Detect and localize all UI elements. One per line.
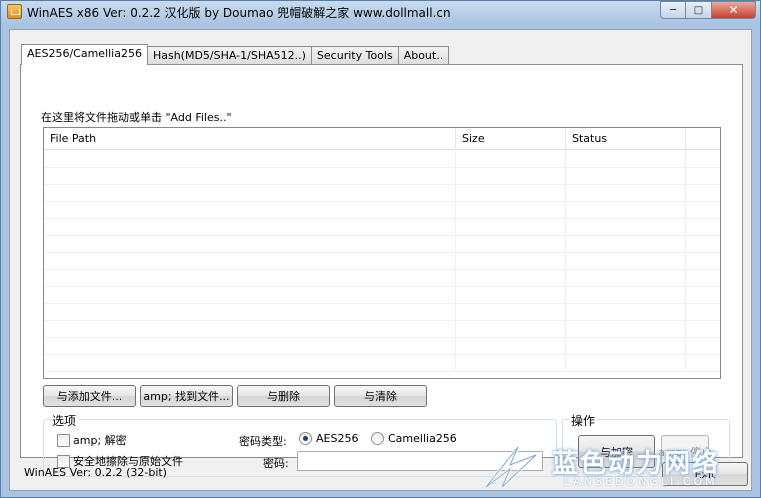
encrypt-button[interactable]: 与加密 xyxy=(578,435,655,468)
window-controls: ─ □ ✕ xyxy=(660,1,756,19)
column-extra[interactable] xyxy=(686,128,720,150)
column-size[interactable]: Size xyxy=(456,128,566,150)
file-list-body xyxy=(44,151,720,378)
column-file-path[interactable]: File Path xyxy=(44,128,456,150)
empty-row xyxy=(44,321,720,338)
tab-panel: 在这里将文件拖动或单击 "Add Files.." File Path Size… xyxy=(20,64,743,477)
empty-row xyxy=(44,355,720,372)
radio-camellia256-dot[interactable] xyxy=(371,432,384,445)
empty-row xyxy=(44,253,720,270)
add-files-button[interactable]: 与添加文件... xyxy=(43,385,136,407)
empty-row xyxy=(44,304,720,321)
options-title: 选项 xyxy=(50,412,79,429)
empty-row xyxy=(44,185,720,202)
empty-row xyxy=(44,338,720,355)
empty-row xyxy=(44,287,720,304)
app-window: WinAES x86 Ver: 0.2.2 汉化版 by Doumao 兜帽破解… xyxy=(0,0,761,498)
close-button[interactable]: ✕ xyxy=(712,1,756,19)
cipher-type-label: 密码类型: xyxy=(239,435,287,448)
maximize-icon: □ xyxy=(693,4,704,16)
radio-aes256[interactable]: AES256 xyxy=(299,432,358,445)
empty-row xyxy=(44,270,720,287)
file-list[interactable]: File Path Size Status xyxy=(43,127,721,379)
minimize-button[interactable]: ─ xyxy=(660,1,686,19)
tab-about[interactable]: About.. xyxy=(397,46,450,65)
tab-security-tools[interactable]: Security Tools xyxy=(310,46,399,65)
find-files-button[interactable]: amp; 找到文件... xyxy=(140,385,233,407)
empty-row xyxy=(44,219,720,236)
empty-row xyxy=(44,202,720,219)
drop-hint: 在这里将文件拖动或单击 "Add Files.." xyxy=(41,111,232,124)
column-status[interactable]: Status xyxy=(566,128,686,150)
radio-camellia256[interactable]: Camellia256 xyxy=(371,432,457,445)
radio-aes256-dot[interactable] xyxy=(299,432,312,445)
decrypt-label: amp; 解密 xyxy=(73,434,127,447)
empty-row xyxy=(44,168,720,185)
decrypt-checkbox-box[interactable] xyxy=(57,433,70,447)
password-label: 密码: xyxy=(263,457,289,470)
maximize-button[interactable]: □ xyxy=(686,1,712,19)
clear-button[interactable]: 与清除 xyxy=(334,385,427,407)
empty-row xyxy=(44,151,720,168)
minimize-icon: ─ xyxy=(669,4,677,16)
tab-hash[interactable]: Hash(MD5/SHA-1/SHA512..) xyxy=(146,46,312,65)
operation-title: 操作 xyxy=(569,412,598,429)
radio-camellia256-label: Camellia256 xyxy=(388,432,457,445)
version-label: WinAES Ver: 0.2.2 (32-bit) xyxy=(24,466,167,479)
empty-row xyxy=(44,236,720,253)
app-icon xyxy=(7,4,22,19)
client-area: AES256/Camellia256 Hash(MD5/SHA-1/SHA512… xyxy=(9,29,752,491)
decrypt-checkbox[interactable]: amp; 解密 xyxy=(57,432,127,448)
radio-aes256-label: AES256 xyxy=(316,432,359,445)
title-bar[interactable]: WinAES x86 Ver: 0.2.2 汉化版 by Doumao 兜帽破解… xyxy=(1,1,760,23)
file-list-header: File Path Size Status xyxy=(44,128,720,150)
close-icon: ✕ xyxy=(728,3,739,17)
window-title: WinAES x86 Ver: 0.2.2 汉化版 by Doumao 兜帽破解… xyxy=(27,6,451,20)
delete-button[interactable]: 与删除 xyxy=(237,385,330,407)
exit-button[interactable]: Exit xyxy=(662,462,748,486)
password-input[interactable] xyxy=(297,451,543,471)
tab-strip: AES256/Camellia256 Hash(MD5/SHA-1/SHA512… xyxy=(21,44,450,65)
tab-aes-camellia[interactable]: AES256/Camellia256 xyxy=(21,44,148,65)
